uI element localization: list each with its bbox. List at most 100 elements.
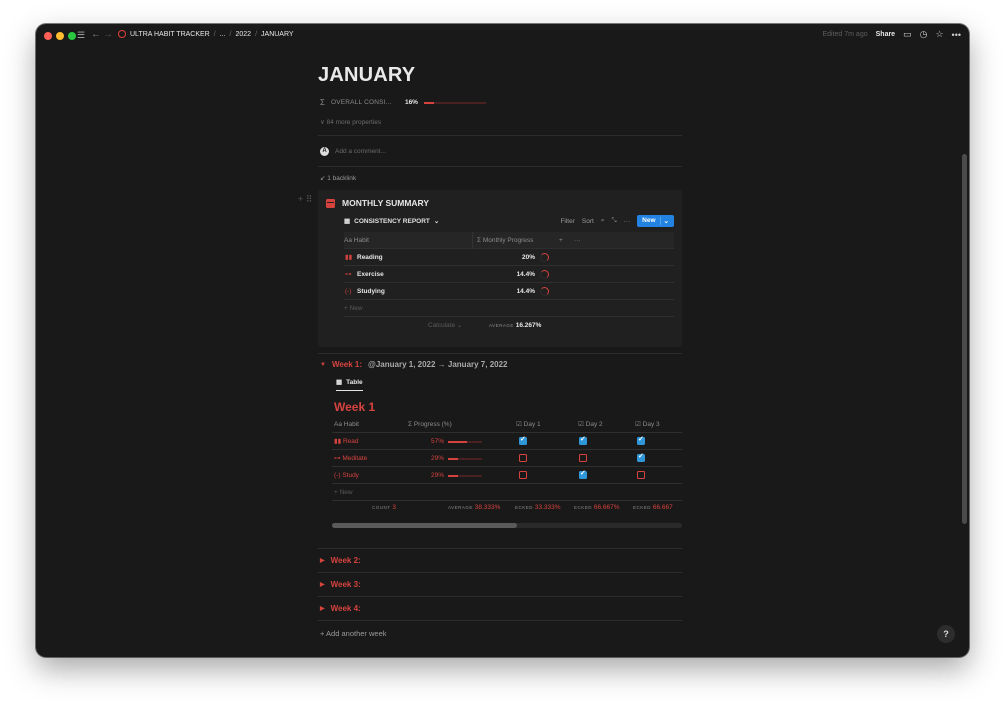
breadcrumb-item[interactable]: ... <box>220 31 226 38</box>
day-3-checkbox[interactable] <box>637 435 645 445</box>
comment-input[interactable]: A Add a comment... <box>320 147 386 156</box>
progress-bar <box>448 475 482 477</box>
breadcrumb-item[interactable]: 2022 <box>236 31 252 38</box>
progress-bar <box>448 458 482 460</box>
habit-name[interactable]: Exercise <box>357 266 384 283</box>
summary-title[interactable]: MONTHLY SUMMARY <box>326 198 429 208</box>
column-header-day-1[interactable]: ☑ Day 1 <box>516 416 541 433</box>
checkbox-icon: ☑ <box>578 421 586 428</box>
habit-name[interactable]: Meditate <box>342 455 367 462</box>
text-property-icon: Aa <box>334 421 344 428</box>
share-button[interactable]: Share <box>876 31 895 38</box>
monthly-progress-value: 14.4% <box>516 271 535 278</box>
column-header-day-2[interactable]: ☑ Day 2 <box>578 416 603 433</box>
week-1-table-title[interactable]: Week 1 <box>334 400 375 414</box>
habit-name[interactable]: Studying <box>357 283 385 300</box>
habit-name[interactable]: Read <box>343 438 359 445</box>
history-clock-icon[interactable]: ◷ <box>920 29 928 40</box>
table-row[interactable]: (-) Studying 14.4% <box>344 283 674 300</box>
book-icon: ▮▮ <box>345 254 353 261</box>
breadcrumb-item[interactable]: ULTRA HABIT TRACKER <box>130 31 210 38</box>
comment-placeholder: Add a comment... <box>335 148 386 155</box>
day-2-checkbox[interactable] <box>579 435 587 445</box>
new-record-button[interactable]: New ⌄ <box>637 215 674 227</box>
day-3-checked-calculation[interactable]: ECKED 66.667 <box>633 501 673 515</box>
tracker-logo-icon <box>118 30 126 38</box>
more-columns-icon[interactable]: ··· <box>574 232 581 249</box>
day-3-checkbox[interactable] <box>637 452 645 462</box>
day-1-checkbox[interactable] <box>519 435 527 445</box>
progress-value: 29% <box>430 472 444 479</box>
week-4-toggle[interactable]: ▶ Week 4: <box>320 604 361 613</box>
day-2-checked-calculation[interactable]: ECKED 66.667% <box>574 501 620 515</box>
sidebar-menu-icon[interactable]: ☰ <box>77 30 85 41</box>
day-3-checkbox[interactable] <box>637 471 645 479</box>
week-1-date-range[interactable]: @January 1, 2022 → January 7, 2022 <box>368 360 507 369</box>
filter-button[interactable]: Filter <box>560 218 574 225</box>
zoom-window-button[interactable] <box>68 31 76 40</box>
progress-bar-fill <box>448 441 468 443</box>
more-options-icon[interactable]: ••• <box>952 30 961 40</box>
chevron-down-icon[interactable]: ⌄ <box>659 217 669 225</box>
calculate-dropdown[interactable]: Calculate ⌄ <box>428 317 462 334</box>
habit-name[interactable]: Study <box>342 472 359 479</box>
expand-icon[interactable]: ⤡ <box>611 217 616 225</box>
forward-arrow-icon[interactable]: → <box>103 29 113 40</box>
drag-handle-icon[interactable]: + ⠿ <box>298 194 312 205</box>
week-1-toggle[interactable]: ▼ Week 1: @January 1, 2022 → January 7, … <box>320 360 508 369</box>
week-2-toggle[interactable]: ▶ Week 2: <box>320 556 361 565</box>
chevron-down-icon: ∨ <box>320 119 327 126</box>
average-calculation[interactable]: AVERAGE 16.267% <box>489 317 541 334</box>
table-row[interactable]: ▮▮ Reading 20% <box>344 249 674 266</box>
overall-consistency-property[interactable]: Σ OVERALL CONSI... 16% <box>320 98 486 107</box>
more-properties-toggle[interactable]: ∨ 84 more properties <box>320 118 381 126</box>
week-3-toggle[interactable]: ▶ Week 3: <box>320 580 361 589</box>
back-arrow-icon[interactable]: ← <box>91 29 101 40</box>
day-1-checkbox[interactable] <box>519 454 527 462</box>
minimize-window-button[interactable] <box>56 31 64 40</box>
sort-button[interactable]: Sort <box>582 218 594 225</box>
add-another-week-button[interactable]: + Add another week <box>320 629 387 638</box>
breadcrumb-item[interactable]: JANUARY <box>261 31 294 38</box>
column-header-monthly-progress[interactable]: Σ Monthly Progress <box>472 232 554 249</box>
monthly-progress-value: 20% <box>521 254 535 261</box>
new-row-button[interactable]: + New <box>332 484 682 501</box>
favorite-star-icon[interactable]: ☆ <box>935 29 943 40</box>
divider <box>318 572 682 573</box>
comments-icon[interactable]: ▭ <box>903 29 912 40</box>
more-options-icon[interactable]: ··· <box>624 218 631 225</box>
count-calculation[interactable]: COUNT 3 <box>372 501 396 515</box>
tab-table[interactable]: ▦ Table <box>336 378 363 391</box>
page-title[interactable]: JANUARY <box>318 64 415 87</box>
view-selector[interactable]: ▦ CONSISTENCY REPORT ⌄ <box>344 217 439 226</box>
divider <box>318 353 682 354</box>
day-2-checkbox[interactable] <box>579 454 587 462</box>
column-header-progress[interactable]: Σ Progress (%) <box>408 416 452 433</box>
help-button[interactable]: ? <box>937 625 955 643</box>
search-icon[interactable]: ⌕ <box>601 217 605 225</box>
column-header-day-3[interactable]: ☑ Day 3 <box>635 416 660 433</box>
close-window-button[interactable] <box>44 31 52 40</box>
backlinks-toggle[interactable]: ↙ 1 backlink <box>320 174 356 182</box>
day-2-checkbox[interactable] <box>579 469 587 479</box>
progress-value: 57% <box>430 438 444 445</box>
table-row[interactable]: ▮▮ Read 57% <box>332 433 682 450</box>
triangle-right-icon: ▶ <box>320 582 325 588</box>
column-header-habit[interactable]: Aa Habit <box>344 232 471 249</box>
edited-timestamp: Edited 7m ago <box>822 31 868 38</box>
average-calculation[interactable]: AVERAGE 38.333% <box>448 501 500 515</box>
habit-name[interactable]: Reading <box>357 249 383 266</box>
table-row[interactable]: ⊶ Meditate 29% <box>332 450 682 467</box>
scrollbar-thumb[interactable] <box>332 523 517 528</box>
column-header-habit[interactable]: Aa Habit <box>334 416 359 433</box>
day-1-checked-calculation[interactable]: ECKED 33.333% <box>515 501 561 515</box>
add-column-icon[interactable]: + <box>559 232 563 249</box>
table-row[interactable]: ⊶ Exercise 14.4% <box>344 266 674 283</box>
vertical-scrollbar[interactable] <box>962 154 967 524</box>
day-1-checkbox[interactable] <box>519 471 527 479</box>
horizontal-scrollbar[interactable] <box>332 523 682 528</box>
table-row[interactable]: (-) Study 29% <box>332 467 682 484</box>
property-progress-fill <box>423 101 434 104</box>
new-row-button[interactable]: + New <box>344 300 674 317</box>
dumbbell-icon: ⊶ Meditate <box>334 455 368 462</box>
